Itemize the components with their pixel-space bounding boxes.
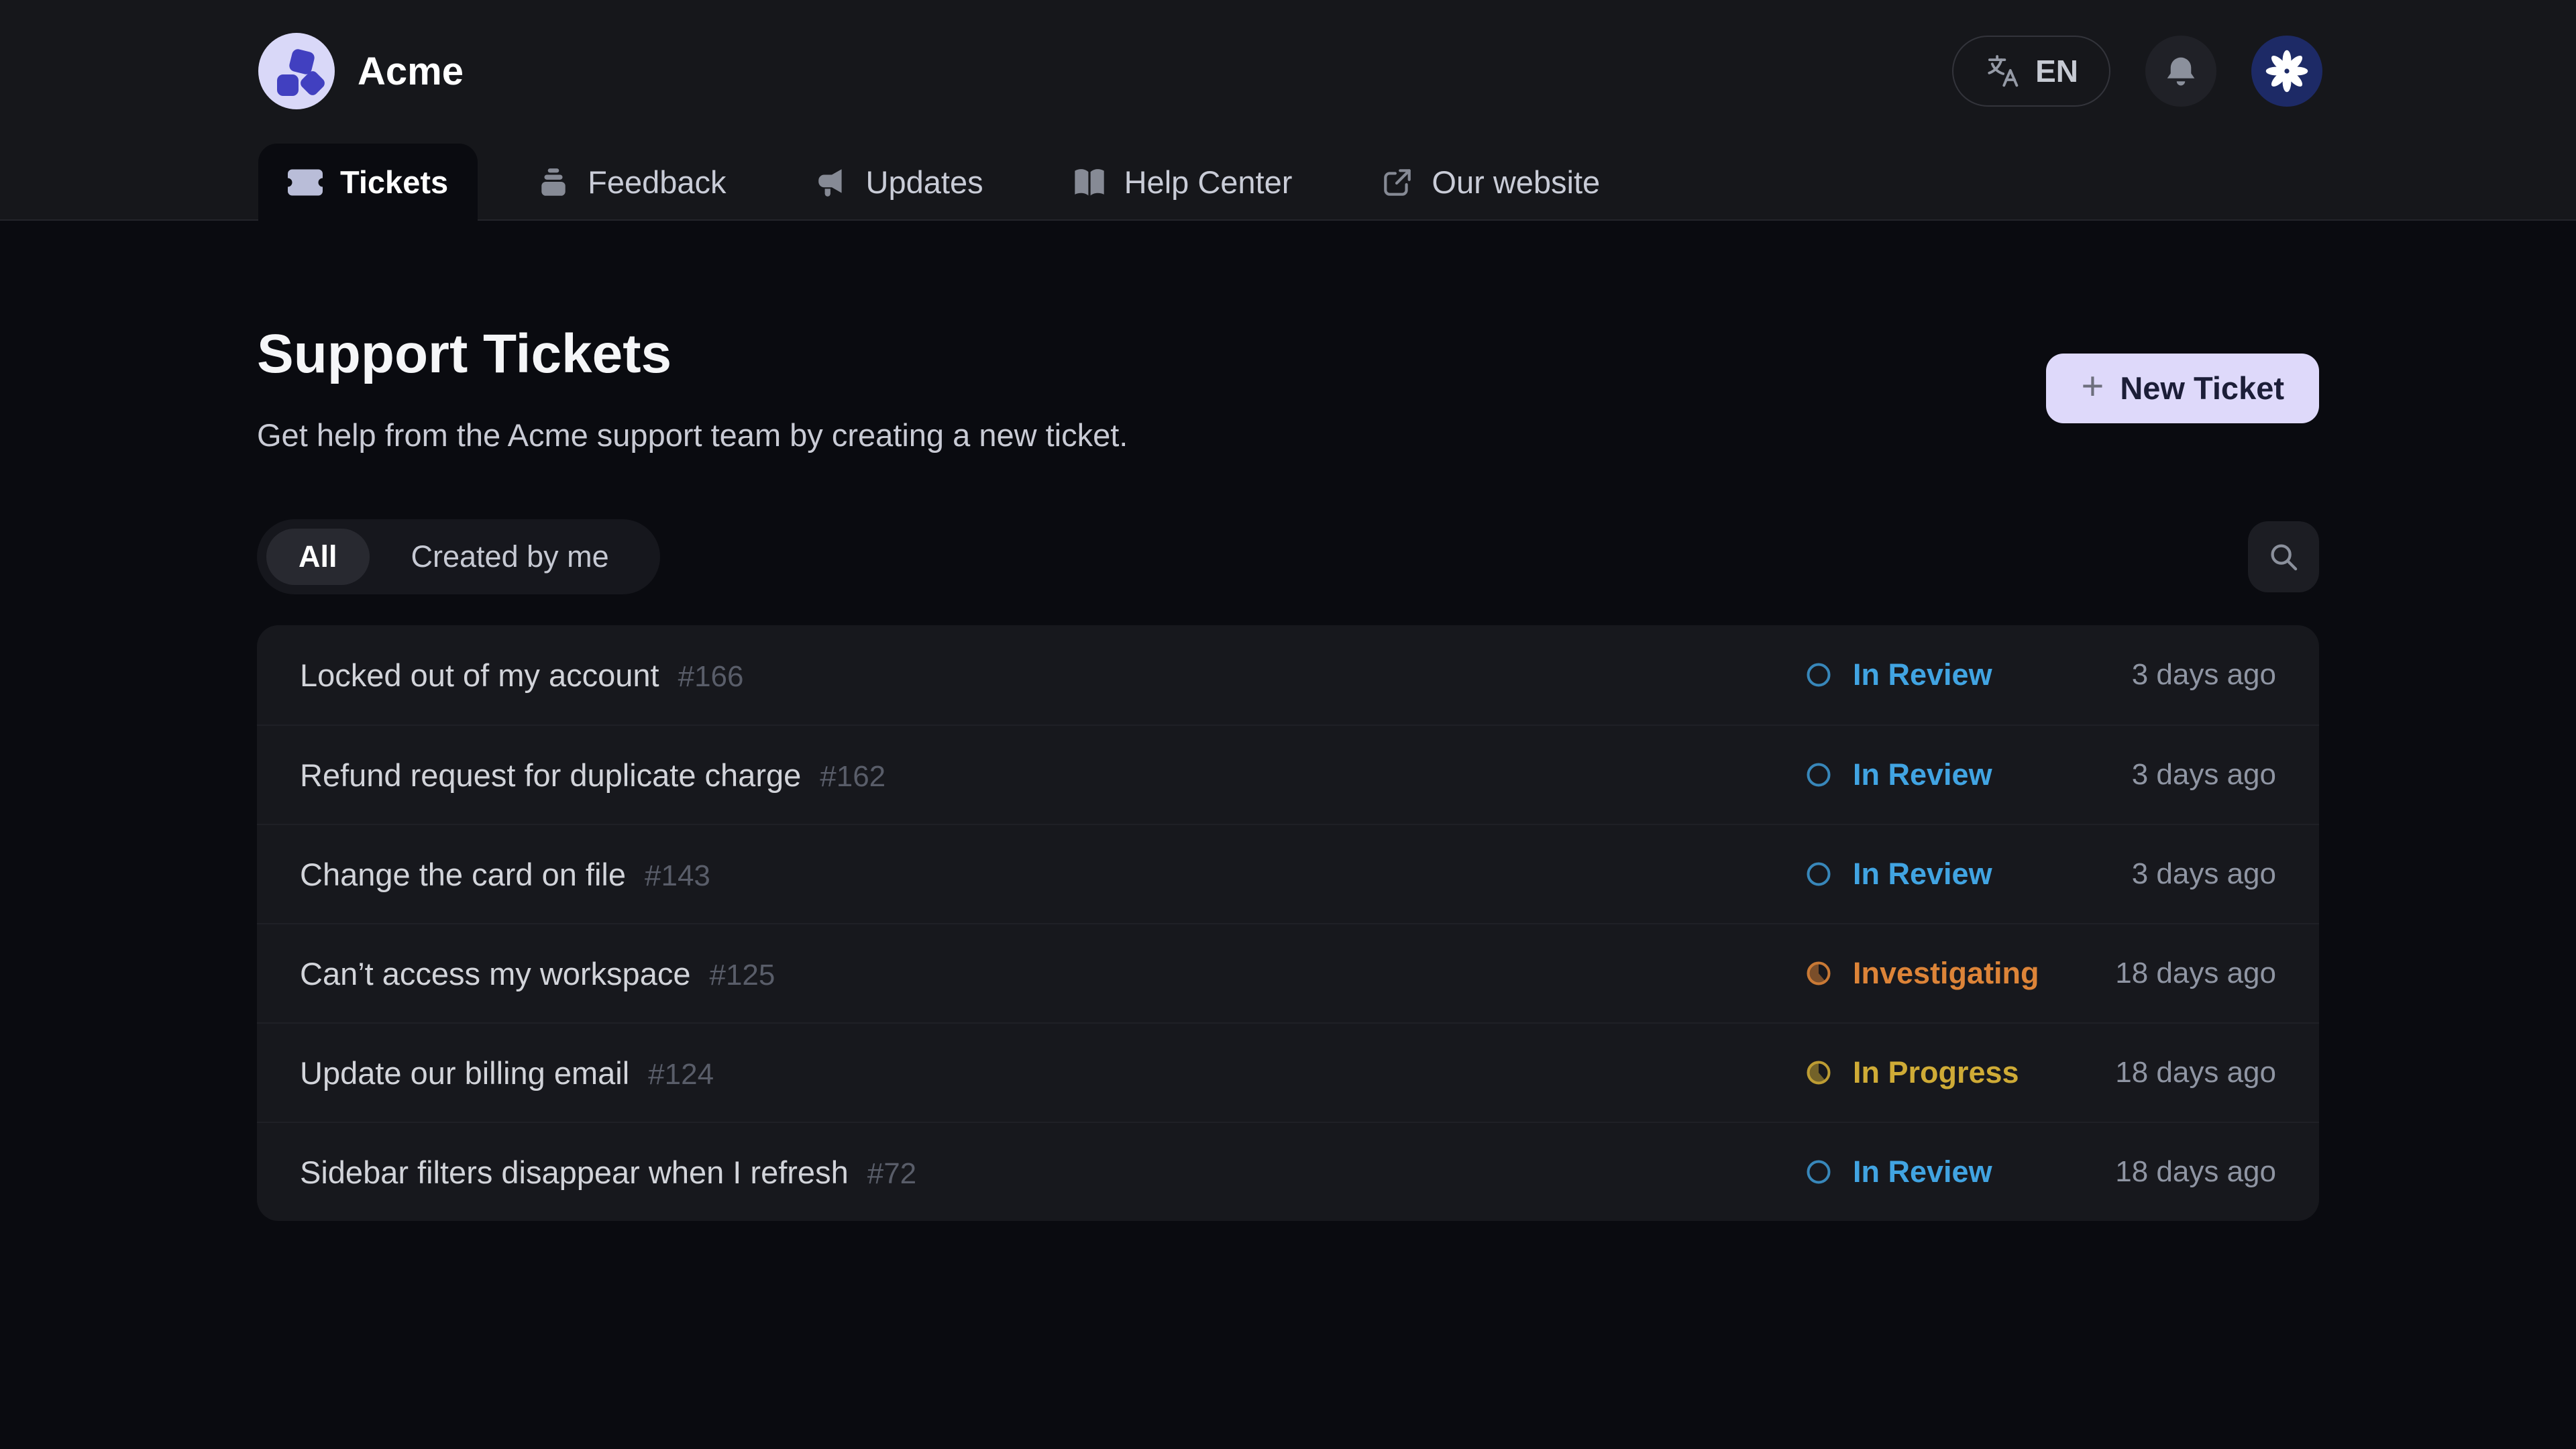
tab-updates[interactable]: Updates bbox=[786, 144, 1013, 221]
translate-icon bbox=[1984, 53, 2021, 89]
nav-tabs: Tickets Feedback Updates bbox=[0, 142, 2576, 219]
plus-icon: + bbox=[2081, 367, 2104, 406]
status-pie-icon bbox=[1803, 1057, 1834, 1088]
page-heading-block: Support Tickets Get help from the Acme s… bbox=[257, 323, 1128, 453]
ticket-id: #124 bbox=[648, 1058, 714, 1091]
language-label: EN bbox=[2035, 53, 2078, 89]
flower-icon bbox=[2265, 50, 2308, 93]
language-button[interactable]: EN bbox=[1952, 36, 2110, 107]
ticket-time: 3 days ago bbox=[2102, 758, 2276, 792]
ticket-row[interactable]: Locked out of my account #166 In Review … bbox=[257, 625, 2319, 724]
external-link-icon bbox=[1381, 166, 1414, 199]
ticket-row[interactable]: Sidebar filters disappear when I refresh… bbox=[257, 1122, 2319, 1221]
ticket-row[interactable]: Change the card on file #143 In Review 3… bbox=[257, 824, 2319, 923]
new-ticket-button[interactable]: + New Ticket bbox=[2046, 354, 2319, 423]
status-label: In Review bbox=[1853, 1155, 1992, 1189]
status-label: In Review bbox=[1853, 757, 1992, 792]
tab-tickets[interactable]: Tickets bbox=[258, 144, 478, 221]
status-label: In Progress bbox=[1853, 1055, 2019, 1090]
notifications-button[interactable] bbox=[2145, 36, 2216, 107]
ticket-list: Locked out of my account #166 In Review … bbox=[257, 625, 2319, 1221]
app-header: Acme EN bbox=[0, 0, 2576, 221]
ticket-time: 3 days ago bbox=[2102, 857, 2276, 891]
filter-all-label: All bbox=[299, 539, 337, 574]
tab-our-website[interactable]: Our website bbox=[1351, 144, 1629, 221]
tab-label: Our website bbox=[1432, 164, 1600, 201]
status-label: Investigating bbox=[1853, 956, 2039, 991]
ticket-row[interactable]: Update our billing email #124 In Progres… bbox=[257, 1022, 2319, 1122]
filter-segmented-control: All Created by me bbox=[257, 519, 660, 594]
search-button[interactable] bbox=[2248, 521, 2319, 592]
tab-label: Feedback bbox=[588, 164, 726, 201]
bell-icon bbox=[2163, 54, 2198, 89]
tab-label: Help Center bbox=[1124, 164, 1293, 201]
status-ring-icon bbox=[1803, 1157, 1834, 1187]
tab-feedback[interactable]: Feedback bbox=[507, 144, 755, 221]
status-pie-icon bbox=[1803, 958, 1834, 989]
search-icon bbox=[2266, 539, 2301, 574]
page-title: Support Tickets bbox=[257, 323, 1128, 386]
page-subtitle: Get help from the Acme support team by c… bbox=[257, 417, 1128, 453]
ticket-title: Change the card on file bbox=[300, 856, 626, 893]
ticket-title: Locked out of my account bbox=[300, 657, 659, 694]
new-ticket-label: New Ticket bbox=[2120, 370, 2284, 407]
feedback-stack-icon bbox=[537, 166, 570, 199]
status-ring-icon bbox=[1803, 759, 1834, 790]
ticket-id: #143 bbox=[645, 859, 710, 893]
ticket-id: #125 bbox=[709, 959, 775, 992]
ticket-title: Sidebar filters disappear when I refresh bbox=[300, 1154, 849, 1191]
ticket-icon bbox=[288, 168, 323, 197]
filter-created-by-me[interactable]: Created by me bbox=[370, 529, 651, 585]
ticket-time: 18 days ago bbox=[2102, 1155, 2276, 1189]
open-book-icon bbox=[1072, 167, 1107, 198]
tab-help-center[interactable]: Help Center bbox=[1042, 144, 1322, 221]
ticket-title: Can’t access my workspace bbox=[300, 955, 690, 992]
ticket-id: #166 bbox=[678, 660, 744, 694]
status-ring-icon bbox=[1803, 859, 1834, 890]
status-label: In Review bbox=[1853, 857, 1992, 892]
ticket-id: #162 bbox=[820, 760, 885, 794]
ticket-row[interactable]: Can’t access my workspace #125 Investiga… bbox=[257, 923, 2319, 1022]
brand-name: Acme bbox=[358, 49, 464, 94]
ticket-id: #72 bbox=[867, 1157, 916, 1191]
ticket-title: Update our billing email bbox=[300, 1055, 629, 1091]
filter-all[interactable]: All bbox=[266, 529, 370, 585]
ticket-time: 18 days ago bbox=[2102, 957, 2276, 990]
filter-created-by-me-label: Created by me bbox=[411, 539, 609, 574]
ticket-title: Refund request for duplicate charge bbox=[300, 757, 801, 794]
brand: Acme bbox=[258, 33, 464, 109]
acme-logo-icon bbox=[258, 33, 335, 109]
tab-label: Updates bbox=[866, 164, 983, 201]
status-label: In Review bbox=[1853, 657, 1992, 692]
main-content: Support Tickets Get help from the Acme s… bbox=[0, 323, 2576, 1221]
ticket-time: 18 days ago bbox=[2102, 1056, 2276, 1089]
ticket-time: 3 days ago bbox=[2102, 658, 2276, 692]
status-ring-icon bbox=[1803, 659, 1834, 690]
megaphone-icon bbox=[815, 166, 849, 199]
ticket-row[interactable]: Refund request for duplicate charge #162… bbox=[257, 724, 2319, 824]
tab-label: Tickets bbox=[340, 164, 448, 201]
account-avatar[interactable] bbox=[2251, 36, 2322, 107]
